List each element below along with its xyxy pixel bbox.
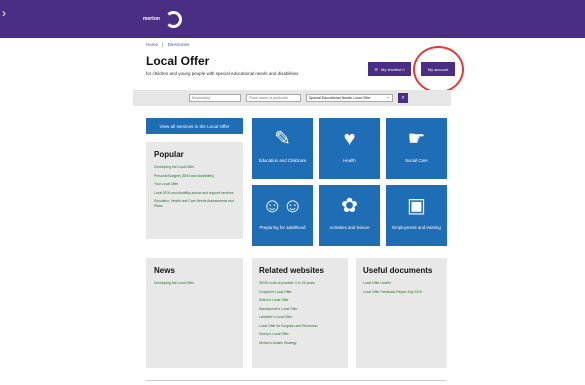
search-button[interactable]: ⌕ xyxy=(398,93,408,103)
tile-label: Preparing for adulthood xyxy=(259,225,306,230)
popular-panel: Popular Developing the Local Offer Perso… xyxy=(146,142,243,239)
tile-education[interactable]: ✎ Education and Childcare xyxy=(252,118,313,179)
useful-documents-panel: Useful documents Local Offer Leaflet Loc… xyxy=(356,258,447,368)
search-bar: Keyword(s) Place name or postcode Specia… xyxy=(133,90,451,106)
popular-link[interactable]: Your Local Offer xyxy=(154,182,235,187)
breadcrumb: Home | Directories xyxy=(146,42,192,47)
useful-link[interactable]: Local Offer Leaflet xyxy=(363,281,440,286)
education-icon: ✎ xyxy=(274,128,291,150)
breadcrumb-directories[interactable]: Directories xyxy=(168,42,190,47)
chevron-down-icon: ⌄ xyxy=(386,94,390,99)
heart-icon: ♥ xyxy=(343,128,356,150)
footer-divider xyxy=(146,380,446,381)
related-link[interactable]: Local Offer for Kingston and Richmond xyxy=(259,324,341,329)
logo-ring-icon xyxy=(165,11,182,28)
popular-link[interactable]: Local SEN and disability advice and supp… xyxy=(154,191,235,196)
popular-link[interactable]: Education, Health and Care Needs Assessm… xyxy=(154,199,235,209)
news-panel: News Developing the Local Offer xyxy=(146,258,243,368)
search-icon: ⌕ xyxy=(401,95,405,101)
tile-activities[interactable]: ✿ Activities and leisure xyxy=(319,185,380,246)
merton-logo[interactable]: merton xyxy=(143,11,183,29)
related-websites-panel: Related websites SEND code of practice: … xyxy=(252,258,348,368)
news-title: News xyxy=(154,266,175,275)
related-link[interactable]: Sutton's Local Offer xyxy=(259,298,341,303)
activities-icon: ✿ xyxy=(341,195,358,217)
related-link[interactable]: Merton's Autism Strategy xyxy=(259,341,341,346)
shortlist-button[interactable]: ☰ My shortlist 0 xyxy=(368,62,411,76)
logo-text: merton xyxy=(143,16,160,22)
list-icon: ☰ xyxy=(374,66,379,72)
tile-preparing-for-adulthood[interactable]: ☺☺ Preparing for adulthood xyxy=(252,185,313,246)
popular-link[interactable]: Developing the Local Offer xyxy=(154,165,235,170)
location-input[interactable]: Place name or postcode xyxy=(246,94,301,102)
site-header: › merton xyxy=(0,0,585,38)
highlight-circle xyxy=(413,46,464,93)
breadcrumb-home[interactable]: Home xyxy=(146,42,158,47)
family-icon: ☺☺ xyxy=(262,195,303,217)
tile-label: Social Care xyxy=(405,158,428,163)
tile-employment[interactable]: ▣ Employment and training xyxy=(386,185,447,246)
useful-link[interactable]: Local Offer Feedback Report July 2019 xyxy=(363,290,440,295)
related-link[interactable]: Croydon's Local Offer xyxy=(259,290,341,295)
keyword-input[interactable]: Keyword(s) xyxy=(189,94,241,102)
popular-title: Popular xyxy=(154,150,184,159)
hand-heart-icon: ☛ xyxy=(407,128,426,150)
tile-label: Activities and leisure xyxy=(329,225,370,230)
news-link[interactable]: Developing the Local Offer xyxy=(154,281,235,286)
category-select[interactable]: Special Educational Needs Local Offer xyxy=(306,94,393,102)
useful-title: Useful documents xyxy=(363,266,433,275)
related-link[interactable]: Wandsworth's Local Offer xyxy=(259,307,341,312)
chevron-right-icon[interactable]: › xyxy=(2,6,14,20)
tile-social-care[interactable]: ☛ Social Care xyxy=(386,118,447,179)
tile-label: Health xyxy=(343,158,356,163)
breadcrumb-separator: | xyxy=(162,42,164,47)
id-badge-icon: ▣ xyxy=(407,195,426,217)
tile-label: Employment and training xyxy=(392,225,441,230)
related-title: Related websites xyxy=(259,266,324,275)
tile-health[interactable]: ♥ Health xyxy=(319,118,380,179)
view-all-services-button[interactable]: View all services in the Local Offer xyxy=(146,118,243,134)
related-link[interactable]: Surrey's Local Offer xyxy=(259,332,341,337)
page-subtitle: for children and young people with speci… xyxy=(146,71,299,76)
category-value: Special Educational Needs Local Offer xyxy=(309,96,371,100)
popular-link[interactable]: Personal Budgets (SEN and disabilities) xyxy=(154,174,235,179)
tile-label: Education and Childcare xyxy=(258,158,307,163)
related-link[interactable]: Lambeth's Local Offer xyxy=(259,315,341,320)
related-link[interactable]: SEND code of practice: 0 to 25 years xyxy=(259,281,341,286)
page-title: Local Offer xyxy=(146,54,210,68)
shortlist-label: My shortlist 0 xyxy=(381,66,405,72)
